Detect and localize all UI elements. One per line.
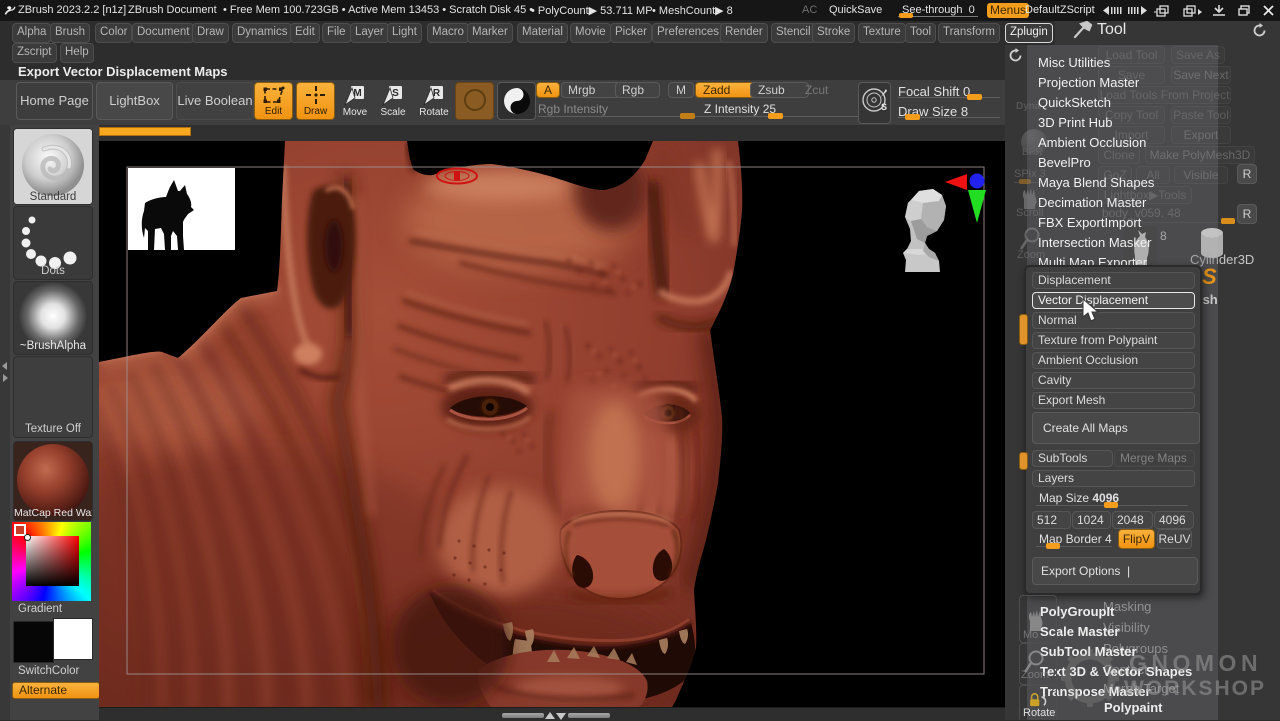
svg-text:S: S: [881, 102, 887, 112]
